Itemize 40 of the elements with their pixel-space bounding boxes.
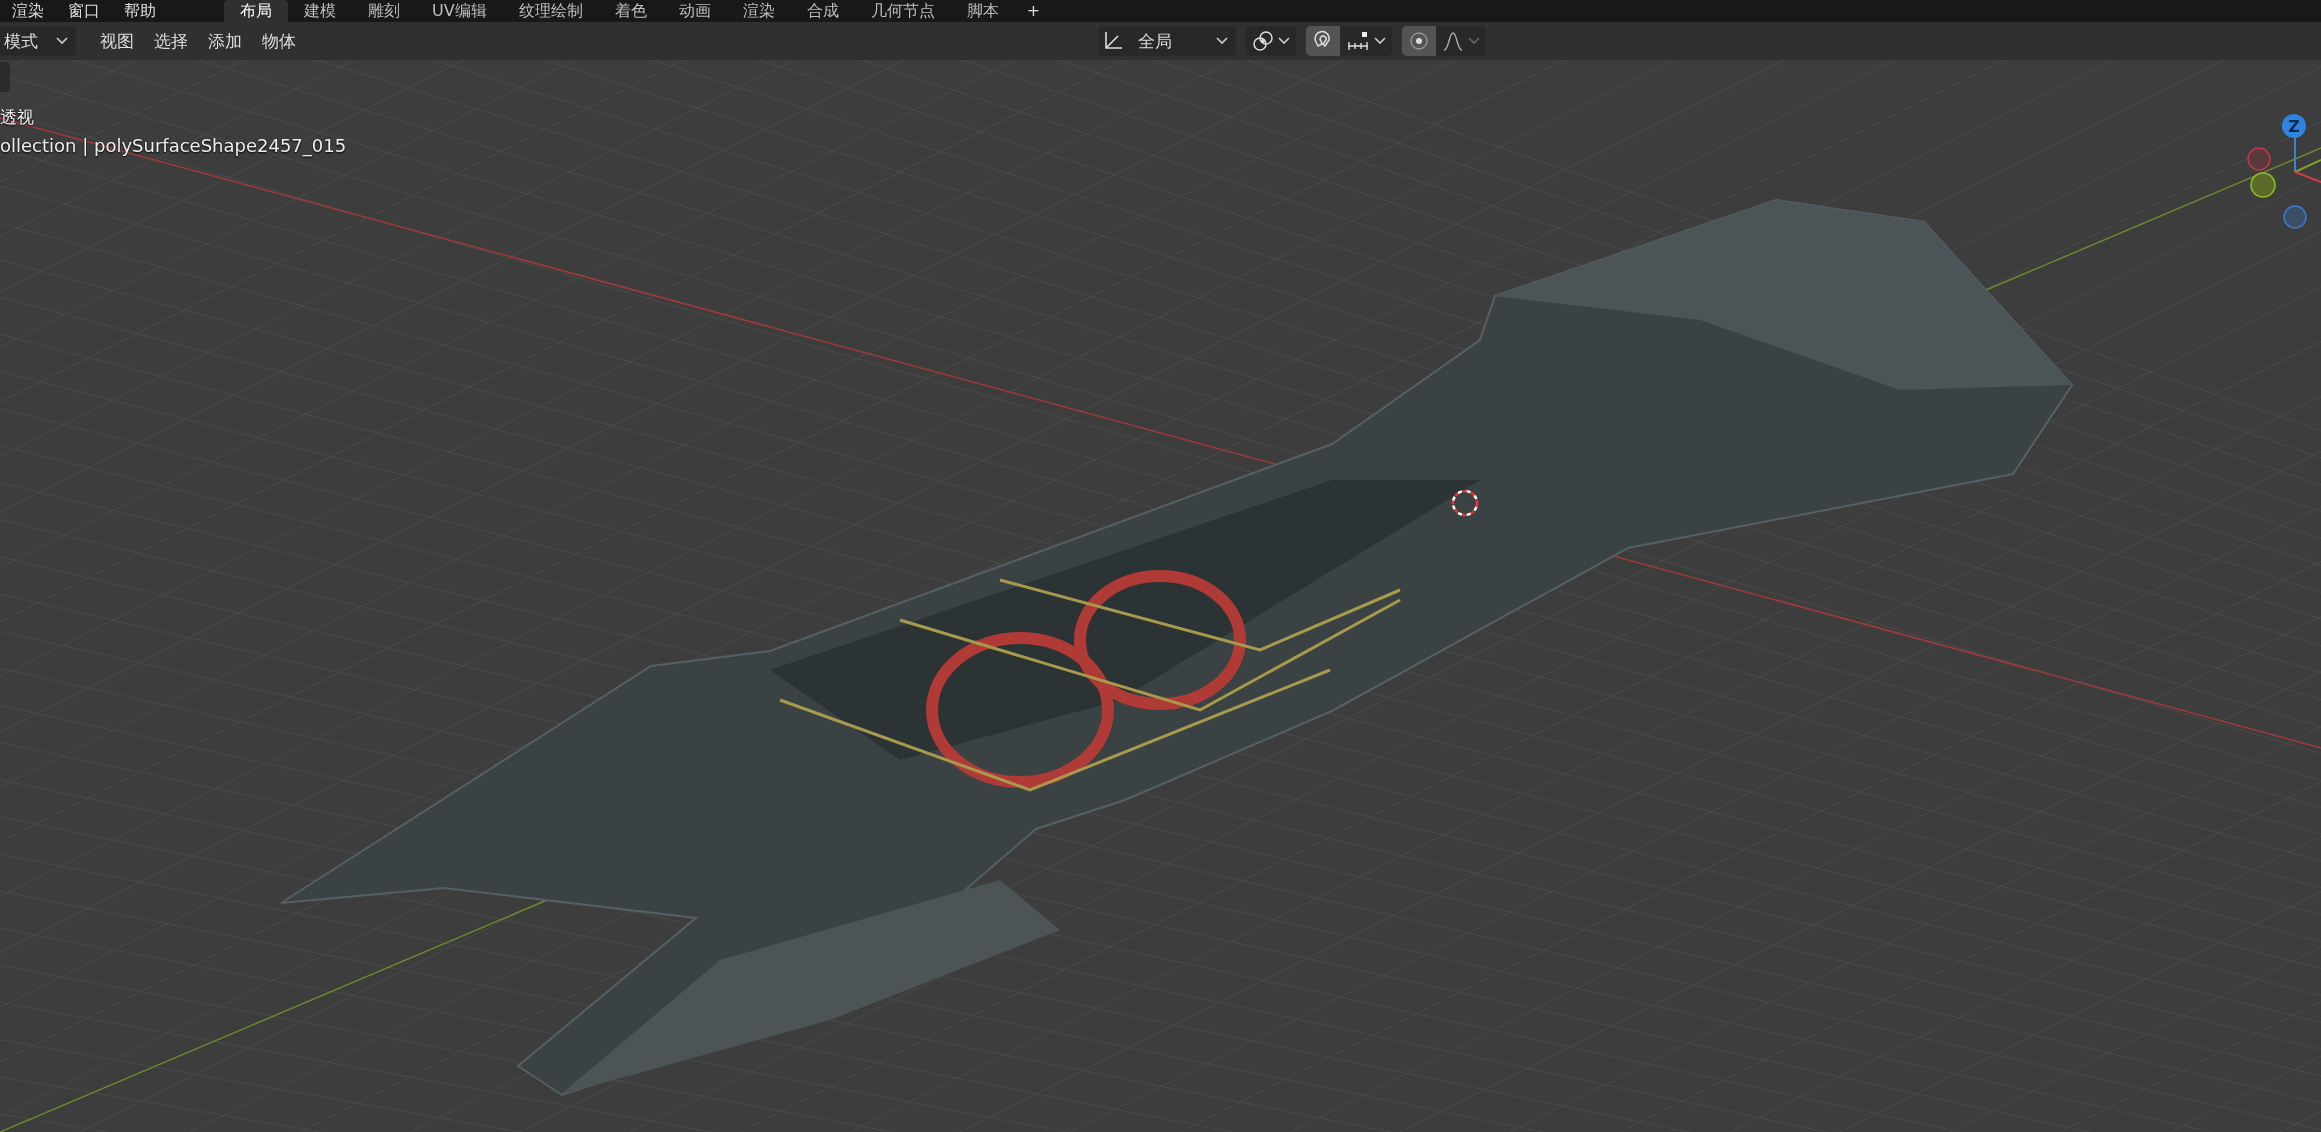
view-name: 透视	[0, 106, 35, 129]
workspace-tab[interactable]: 纹理绘制	[502, 0, 599, 22]
link-rings-icon	[1252, 30, 1274, 52]
workspace-tab[interactable]: 建模	[288, 0, 352, 22]
workspace-tab[interactable]: 几何节点	[854, 0, 951, 22]
workspace-tab[interactable]: 布局	[224, 0, 288, 22]
workspace-tab[interactable]: 着色	[598, 0, 663, 22]
increment-icon	[1346, 30, 1370, 52]
caret-icon	[1216, 37, 1228, 45]
menu-item[interactable]: 帮助	[112, 1, 168, 21]
header-menu[interactable]: 添加	[198, 29, 252, 53]
workspace-tab[interactable]: 脚本	[950, 0, 1015, 22]
header-menu[interactable]: 选择	[144, 29, 198, 53]
3d-cursor-icon	[1451, 489, 1479, 517]
toolbar-handle[interactable]	[0, 62, 10, 92]
workspace-tab[interactable]: 渲染	[726, 0, 791, 22]
caret-icon	[1374, 37, 1386, 45]
mode-dropdown[interactable]: 模式	[0, 26, 76, 56]
bell-curve-icon	[1442, 30, 1464, 52]
target-circle-icon	[1408, 30, 1430, 52]
proportional-toggle[interactable]	[1402, 26, 1436, 56]
transform-orientation-dropdown[interactable]: 全局	[1098, 26, 1236, 56]
menu-item[interactable]: 渲染	[0, 1, 56, 21]
z-axis-label: Z	[2288, 117, 2300, 136]
axes-icon	[1102, 30, 1124, 52]
header-menu[interactable]: 视图	[90, 29, 144, 53]
workspace-tab[interactable]: 合成	[790, 0, 855, 22]
snap-toggle[interactable]	[1306, 26, 1340, 56]
caret-icon	[1278, 37, 1290, 45]
workspace-tab[interactable]: 动画	[662, 0, 727, 22]
z-axis-handle[interactable]	[2282, 114, 2306, 138]
header-menu[interactable]: 物体	[252, 29, 306, 53]
add-tab-button[interactable]: +	[1014, 1, 1053, 21]
pivot-button[interactable]	[1246, 26, 1296, 56]
workspace-tab[interactable]: 雕刻	[352, 0, 416, 22]
workspace-tab[interactable]: UV编辑	[416, 0, 503, 22]
menu-item[interactable]: 窗口	[56, 1, 112, 21]
caret-icon	[1468, 37, 1480, 45]
object-info: ollection | polySurfaceShape2457_015	[0, 135, 347, 156]
caret-icon	[56, 37, 68, 45]
